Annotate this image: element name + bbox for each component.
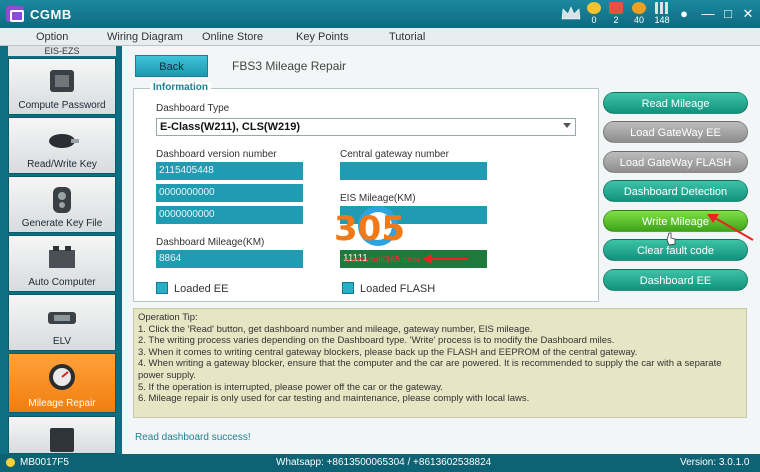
gift-count: 2: [613, 15, 619, 25]
device-status-icon: [6, 458, 15, 467]
tip-line: 5. If the operation is interrupted, plea…: [138, 381, 443, 393]
load-gateway-ee-button[interactable]: Load GateWay EE: [603, 121, 748, 143]
read-mileage-button[interactable]: Read Mileage: [603, 92, 748, 114]
coin-icon: [587, 2, 601, 14]
contact-info: Whatsapp: +8613500065304 / +861360253882…: [276, 457, 492, 468]
ecu-icon: [49, 246, 75, 268]
sidebar-item-label: Auto Computer: [28, 277, 96, 288]
sidebar-item-auto-computer[interactable]: Auto Computer: [8, 235, 116, 292]
sidebar-item-label: Compute Password: [18, 100, 106, 111]
steering-lock-icon: [48, 312, 76, 324]
chip-icon: [50, 70, 74, 92]
tip-line: 1. Click the 'Read' button, get dashboar…: [138, 323, 533, 335]
watermark-logo-text: 305: [334, 209, 405, 249]
status-message: Read dashboard success!: [135, 432, 251, 443]
menu-bar: Option Wiring Diagram Online Store Key P…: [0, 28, 760, 46]
medal-stat[interactable]: 40: [627, 2, 651, 25]
dashboard-mileage-field[interactable]: 8864: [156, 250, 303, 268]
coin-count: 0: [591, 15, 597, 25]
device-id: MB0017F5: [20, 457, 69, 468]
annotation-arrow-icon: [707, 214, 754, 241]
sidebar-item-compute-password[interactable]: Compute Password: [8, 58, 116, 115]
menu-online-store[interactable]: Online Store: [202, 31, 263, 43]
loaded-flash-label: Loaded FLASH: [360, 283, 436, 295]
operation-tips: Operation Tip: 1. Click the 'Read' butto…: [133, 308, 747, 418]
sidebar-item-mileage-repair[interactable]: Mileage Repair: [8, 353, 116, 413]
tip-line: 4. When writing a gateway blocker, ensur…: [138, 358, 722, 381]
sidebar-item-label: ELV: [52, 336, 72, 347]
chevron-down-icon[interactable]: [563, 123, 571, 128]
tip-line: 2. The writing process varies depending …: [138, 335, 615, 347]
dashboard-ee-button[interactable]: Dashboard EE: [603, 269, 748, 291]
gift-stat[interactable]: 2: [604, 2, 628, 25]
medal-count: 40: [633, 15, 644, 25]
central-gateway-field[interactable]: [340, 162, 487, 180]
key-fob-icon: [53, 187, 71, 213]
annotation-arrow-icon: [422, 254, 468, 264]
menu-key-points[interactable]: Key Points: [296, 31, 349, 43]
dashboard-version-field-2[interactable]: 0000000000: [156, 184, 303, 202]
central-gateway-label: Central gateway number: [340, 149, 449, 160]
information-group: Information Dashboard Type E-Class(W211)…: [133, 82, 599, 302]
dashboard-mileage-label: Dashboard Mileage(KM): [156, 237, 265, 248]
user-icon[interactable]: ●: [676, 6, 692, 22]
sidebar-item-generate-key-file[interactable]: Generate Key File: [8, 176, 116, 233]
sidebar-item-label: Mileage Repair: [28, 398, 96, 409]
loaded-ee-label: Loaded EE: [174, 283, 229, 295]
sidebar-item-read-write-key[interactable]: Read/Write Key: [8, 117, 116, 174]
sidebar: EIS-EZS Compute Password Read/Write Key …: [0, 46, 122, 454]
menu-wiring-diagram[interactable]: Wiring Diagram: [107, 31, 183, 43]
watermark-logo: 305: [334, 206, 405, 249]
app-logo-icon: [6, 6, 24, 22]
menu-tutorial[interactable]: Tutorial: [389, 31, 425, 43]
status-bar: MB0017F5 Whatsapp: +8613500065304 / +861…: [0, 454, 760, 472]
dashboard-version-field-3[interactable]: 0000000000: [156, 206, 303, 224]
title-bar: CGMB 0 2 40 148 ● — □ ✕: [0, 0, 760, 28]
grid-count: 148: [654, 15, 670, 25]
tip-line: 3. When it comes to writing central gate…: [138, 346, 638, 358]
grid-icon: [655, 2, 669, 14]
crown-icon[interactable]: [560, 5, 582, 21]
odometer-icon: [49, 364, 75, 390]
sidebar-item-label: Read/Write Key: [27, 159, 97, 170]
grid-stat[interactable]: 148: [650, 2, 674, 25]
back-button[interactable]: Back: [135, 55, 208, 77]
version-label: Version: 3.0.1.0: [680, 457, 750, 468]
app-title: CGMB: [30, 7, 72, 22]
hand-cursor-icon: [666, 232, 676, 246]
watermark-url: www.obdii365.com: [344, 255, 420, 264]
module-icon: [50, 428, 74, 452]
loaded-flash-checkbox[interactable]: [342, 282, 354, 294]
dashboard-detection-button[interactable]: Dashboard Detection: [603, 180, 748, 202]
information-legend: Information: [150, 82, 211, 93]
menu-option[interactable]: Option: [36, 31, 68, 43]
coin-stat[interactable]: 0: [582, 2, 606, 25]
sidebar-item-label: Generate Key File: [21, 218, 103, 229]
medal-icon: [632, 2, 646, 14]
load-gateway-flash-button[interactable]: Load GateWay FLASH: [603, 151, 748, 173]
dashboard-version-field-1[interactable]: 2115405448: [156, 162, 303, 180]
dashboard-type-select[interactable]: E-Class(W211), CLS(W219): [156, 118, 576, 136]
gift-icon: [609, 2, 623, 14]
tip-line: 6. Mileage repair is only used for car t…: [138, 393, 530, 405]
dashboard-type-label: Dashboard Type: [156, 103, 230, 114]
loaded-ee-checkbox[interactable]: [156, 282, 168, 294]
sidebar-item-next[interactable]: [8, 416, 116, 454]
sidebar-item-elv[interactable]: ELV: [8, 294, 116, 351]
car-key-icon: [49, 134, 79, 148]
sidebar-item-eis-ezs[interactable]: EIS-EZS: [8, 46, 116, 56]
maximize-icon[interactable]: □: [720, 6, 736, 22]
close-icon[interactable]: ✕: [740, 6, 756, 22]
page-title: FBS3 Mileage Repair: [232, 59, 347, 73]
minimize-icon[interactable]: —: [700, 6, 716, 22]
dashboard-type-value: E-Class(W211), CLS(W219): [160, 121, 300, 133]
tips-title: Operation Tip:: [138, 312, 198, 323]
dashboard-version-label: Dashboard version number: [156, 149, 277, 160]
